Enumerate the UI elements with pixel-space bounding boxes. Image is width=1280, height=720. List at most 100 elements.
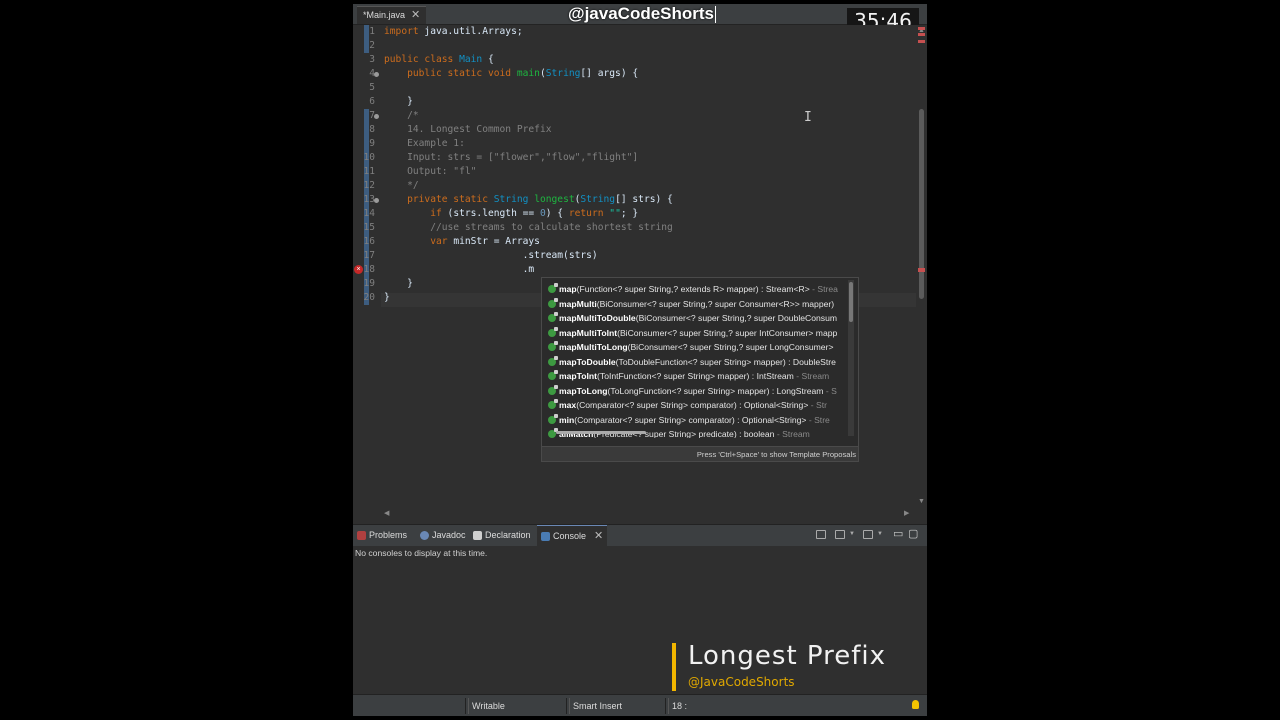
proposal-item[interactable]: mapMultiToLong(BiConsumer<? super String… xyxy=(548,340,848,355)
proposal-signature: (BiConsumer<? super String,? super Doubl… xyxy=(635,313,838,323)
fold-toggle-icon[interactable] xyxy=(374,72,379,77)
proposal-name: min xyxy=(559,414,575,425)
proposal-name: map xyxy=(559,284,577,294)
text-caret-icon xyxy=(715,6,717,24)
proposal-name: mapMultiToInt xyxy=(559,327,618,338)
proposal-scroll-thumb[interactable] xyxy=(849,282,853,322)
chevron-down-icon[interactable]: ▼ xyxy=(849,531,855,537)
tab-label: Console xyxy=(553,531,587,541)
lightbulb-icon[interactable] xyxy=(912,700,919,709)
code-line: } xyxy=(384,278,413,289)
proposal-hscrollbar[interactable] xyxy=(550,431,846,435)
console-icon xyxy=(541,532,550,541)
public-method-icon xyxy=(548,312,558,322)
code-token: java.util.Arrays; xyxy=(418,26,523,37)
tab-console[interactable]: Console ✕ xyxy=(537,525,608,547)
code-line: } xyxy=(384,292,390,303)
proposal-signature: (BiConsumer<? super String,? super IntCo… xyxy=(617,327,838,338)
code-token: ; } xyxy=(620,208,639,219)
minimize-icon[interactable]: ▭ xyxy=(893,527,903,540)
code-token: main xyxy=(516,68,540,79)
status-separator xyxy=(566,698,570,714)
code-token: public class xyxy=(384,54,454,65)
code-token: String xyxy=(493,194,529,205)
line-number: 16 xyxy=(363,236,375,247)
scroll-left-icon[interactable]: ◀ xyxy=(384,509,389,517)
public-method-icon xyxy=(548,384,558,395)
line-number: 17 xyxy=(363,250,375,261)
line-number: 7 xyxy=(369,110,375,121)
fold-toggle-icon[interactable] xyxy=(374,114,379,119)
open-console-icon[interactable] xyxy=(863,530,873,539)
tab-close-icon[interactable]: ✕ xyxy=(411,7,420,24)
code-line: Example 1: xyxy=(384,138,465,149)
code-token: [] args) { xyxy=(580,68,639,79)
line-number: 10 xyxy=(363,152,375,163)
tab-problems[interactable]: Problems xyxy=(357,525,407,546)
scroll-right-icon[interactable]: ▶ xyxy=(904,509,909,517)
proposal-item[interactable]: map(Function<? super String,? extends R>… xyxy=(548,282,848,297)
proposal-item[interactable]: max(Comparator<? super String> comparato… xyxy=(548,398,848,413)
proposal-item[interactable]: mapMultiToInt(BiConsumer<? super String,… xyxy=(548,326,848,341)
assist-footer: Press 'Ctrl+Space' to show Template Prop… xyxy=(542,446,858,461)
overview-marker[interactable] xyxy=(918,27,925,30)
pin-console-icon[interactable] xyxy=(835,530,845,539)
code-line: import java.util.Arrays; xyxy=(384,25,523,39)
code-line: public class Main { xyxy=(384,53,494,67)
console-view[interactable]: No consoles to display at this time. xyxy=(353,546,927,694)
overview-marker[interactable] xyxy=(918,33,925,36)
tab-declaration[interactable]: Declaration xyxy=(473,525,531,546)
proposal-item[interactable]: mapMulti(BiConsumer<? super String,? sup… xyxy=(548,297,848,312)
line-number: 9 xyxy=(369,138,375,149)
display-console-icon[interactable] xyxy=(816,530,826,539)
status-writable: Writable xyxy=(472,701,505,711)
proposal-item[interactable]: mapMultiToDouble(BiConsumer<? super Stri… xyxy=(548,311,848,326)
proposal-name: mapMultiToLong xyxy=(559,342,628,352)
line-number: 19 xyxy=(363,278,375,289)
maximize-icon[interactable]: ▢ xyxy=(908,527,918,540)
code-token: minStr = Arrays xyxy=(447,236,540,247)
mouse-ibeam-icon: I xyxy=(804,110,812,125)
status-separator xyxy=(465,698,469,714)
line-number: 5 xyxy=(369,82,375,93)
proposal-signature: (BiConsumer<? super String,? super Consu… xyxy=(596,298,835,309)
editor-horizontal-scrollbar[interactable]: ◀ ▶ xyxy=(381,509,916,520)
code-token: var xyxy=(384,236,448,247)
line-number: 12 xyxy=(363,180,375,191)
tab-close-icon[interactable]: ✕ xyxy=(594,526,603,547)
proposal-name: mapToLong xyxy=(559,385,608,396)
overview-marker[interactable] xyxy=(918,268,925,272)
proposal-item[interactable]: mapToInt(ToIntFunction<? super String> m… xyxy=(548,369,848,384)
code-token: public static void xyxy=(384,68,512,79)
code-token: if xyxy=(384,208,442,219)
proposal-item[interactable]: min(Comparator<? super String> comparato… xyxy=(548,413,848,428)
public-method-icon xyxy=(548,370,558,380)
chevron-down-icon[interactable]: ▼ xyxy=(877,531,883,537)
tab-javadoc[interactable]: Javadoc xyxy=(420,525,466,546)
overview-marker[interactable] xyxy=(918,40,925,43)
code-token: longest xyxy=(534,194,575,205)
tab-label: *Main.java xyxy=(363,10,406,20)
proposal-hscroll-thumb[interactable] xyxy=(556,431,646,434)
line-number-gutter: 1 2 3 4 5 6 7 8 9 10 11 12 13 14 15 16 1… xyxy=(353,25,381,520)
tab-label: Declaration xyxy=(485,530,531,540)
line-number: 15 xyxy=(363,222,375,233)
proposal-item[interactable]: mapToLong(ToLongFunction<? super String>… xyxy=(548,384,848,399)
line-number: 14 xyxy=(363,208,375,219)
title-accent-bar xyxy=(672,643,676,691)
status-position: 18 : xyxy=(672,701,688,711)
code-line: Input: strs = ["flower","flow","flight"] xyxy=(384,152,639,163)
public-method-icon xyxy=(548,341,558,351)
fold-toggle-icon[interactable] xyxy=(374,198,379,203)
code-line: private static String longest(String[] s… xyxy=(384,193,673,207)
eclipse-window: *Main.java ✕ @javaCodeShorts 35:46 1 2 3… xyxy=(353,4,927,716)
code-token: "" xyxy=(603,208,621,219)
tab-main-java[interactable]: *Main.java ✕ xyxy=(357,6,427,24)
proposal-item[interactable]: mapToDouble(ToDoubleFunction<? super Str… xyxy=(548,355,848,370)
proposal-signature: (Comparator<? super String> comparator) … xyxy=(576,400,809,410)
proposal-name: mapMultiToDouble xyxy=(559,313,636,323)
proposal-name: mapToInt xyxy=(559,371,598,381)
error-icon[interactable]: × xyxy=(354,265,363,274)
proposal-scrollbar[interactable] xyxy=(848,280,854,436)
public-method-icon xyxy=(548,283,558,293)
